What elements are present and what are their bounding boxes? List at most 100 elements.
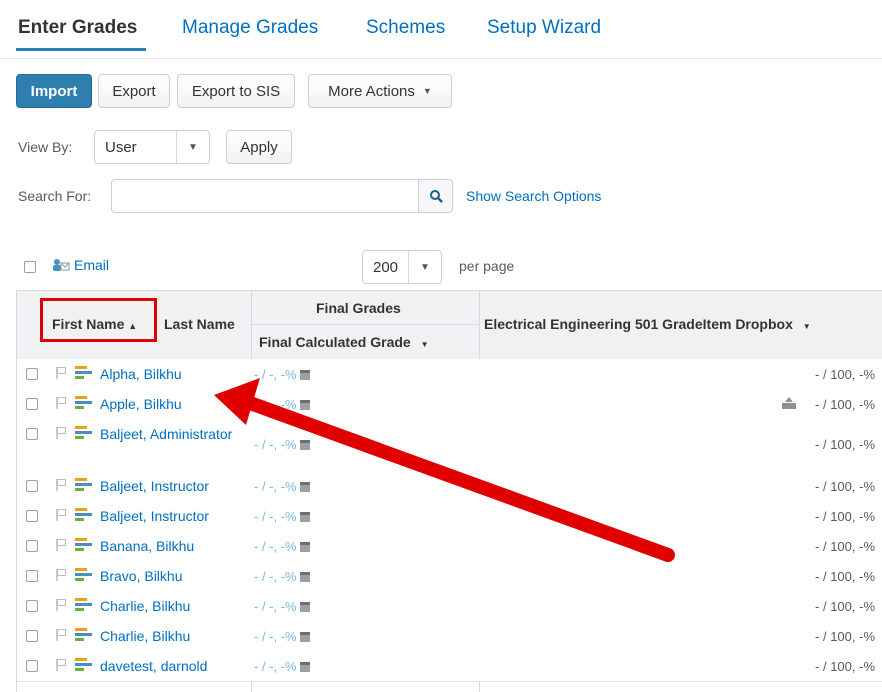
- final-grade-cell: - / -, -%: [254, 569, 310, 584]
- calculator-icon[interactable]: [299, 662, 310, 672]
- student-name-link[interactable]: Apple, Bilkhu: [100, 394, 182, 415]
- user-progress-icon[interactable]: [75, 538, 93, 552]
- email-link[interactable]: Email: [52, 257, 109, 273]
- row-checkbox[interactable]: [26, 510, 38, 522]
- flag-icon[interactable]: [55, 598, 69, 612]
- row-checkbox[interactable]: [26, 428, 38, 440]
- final-grade-cell: - / -, -%: [254, 659, 310, 674]
- row-checkbox[interactable]: [26, 570, 38, 582]
- flag-icon[interactable]: [55, 366, 69, 380]
- calculator-icon[interactable]: [299, 572, 310, 582]
- row-checkbox[interactable]: [26, 660, 38, 672]
- dropbox-score-cell[interactable]: - / 100, -%: [815, 629, 875, 644]
- chevron-down-icon: ▼: [802, 322, 811, 331]
- calculator-icon[interactable]: [299, 440, 310, 450]
- student-name-link[interactable]: Bravo, Bilkhu: [100, 566, 182, 587]
- table-row: Baljeet, Instructor - / -, -% - / 100, -%: [17, 471, 882, 502]
- student-name-link[interactable]: Baljeet, Administrator: [100, 424, 240, 445]
- dropbox-score-cell[interactable]: - / 100, -%: [815, 539, 875, 554]
- search-label: Search For:: [18, 188, 92, 204]
- student-name-link[interactable]: Baljeet, Instructor: [100, 506, 209, 527]
- calculator-icon[interactable]: [299, 542, 310, 552]
- flag-icon[interactable]: [55, 628, 69, 642]
- dropbox-score-cell[interactable]: - / 100, -%: [815, 599, 875, 614]
- dropbox-submission-icon[interactable]: [781, 396, 797, 410]
- email-label: Email: [74, 257, 110, 273]
- row-checkbox[interactable]: [26, 600, 38, 612]
- apply-button[interactable]: Apply: [226, 130, 292, 164]
- dropbox-score-cell[interactable]: - / 100, -%: [815, 569, 875, 584]
- final-grade-value: - / -, -%: [254, 569, 297, 584]
- table-row: Alpha, Bilkhu - / -, -% - / 100, -%: [17, 359, 882, 390]
- flag-icon[interactable]: [55, 426, 69, 440]
- per-page-select[interactable]: 200 ▼: [362, 250, 442, 284]
- user-progress-icon[interactable]: [75, 508, 93, 522]
- dropbox-score-cell[interactable]: - / 100, -%: [815, 397, 875, 412]
- dropbox-score-cell[interactable]: - / 100, -%: [815, 437, 875, 452]
- student-name-link[interactable]: Banana, Bilkhu: [100, 536, 194, 557]
- tab-bar: Enter Grades Manage Grades Schemes Setup…: [0, 0, 882, 59]
- flag-icon[interactable]: [55, 658, 69, 672]
- row-checkbox[interactable]: [26, 398, 38, 410]
- user-progress-icon[interactable]: [75, 658, 93, 672]
- user-progress-icon[interactable]: [75, 598, 93, 612]
- dropbox-score-cell[interactable]: - / 100, -%: [815, 509, 875, 524]
- search-input[interactable]: [111, 179, 419, 213]
- final-grade-value: - / -, -%: [254, 397, 297, 412]
- table-row: Charlie, Bilkhu - / -, -% - / 100, -%: [17, 591, 882, 622]
- more-actions-button[interactable]: More Actions ▼: [308, 74, 452, 108]
- flag-icon[interactable]: [55, 568, 69, 582]
- calculator-icon[interactable]: [299, 632, 310, 642]
- final-grade-value: - / -, -%: [254, 629, 297, 644]
- tab-enter-grades[interactable]: Enter Grades: [18, 17, 137, 39]
- tab-setup-wizard[interactable]: Setup Wizard: [487, 17, 601, 39]
- flag-icon[interactable]: [55, 396, 69, 410]
- row-checkbox[interactable]: [26, 630, 38, 642]
- student-name-link[interactable]: Alpha, Bilkhu: [100, 364, 182, 385]
- view-by-select[interactable]: User ▼: [94, 130, 210, 164]
- dropbox-score-cell[interactable]: - / 100, -%: [815, 367, 875, 382]
- user-progress-icon[interactable]: [75, 628, 93, 642]
- table-row: Baljeet, Instructor - / -, -% - / 100, -%: [17, 501, 882, 532]
- student-name-link[interactable]: Baljeet, Instructor: [100, 476, 209, 497]
- student-name-link[interactable]: Charlie, Bilkhu: [100, 596, 190, 617]
- annotation-highlight-box: [40, 298, 157, 342]
- dropbox-score-cell[interactable]: - / 100, -%: [815, 479, 875, 494]
- email-users-icon: [53, 259, 70, 271]
- final-grades-group-header: Final Grades: [316, 300, 401, 316]
- row-checkbox[interactable]: [26, 540, 38, 552]
- tab-schemes[interactable]: Schemes: [366, 17, 445, 39]
- user-progress-icon[interactable]: [75, 366, 93, 380]
- select-all-checkbox[interactable]: [24, 261, 36, 273]
- user-progress-icon[interactable]: [75, 426, 93, 440]
- calculator-icon[interactable]: [299, 602, 310, 612]
- flag-icon[interactable]: [55, 508, 69, 522]
- student-name-link[interactable]: Charlie, Bilkhu: [100, 626, 190, 647]
- show-search-options-link[interactable]: Show Search Options: [466, 188, 601, 204]
- calculator-icon[interactable]: [299, 400, 310, 410]
- tab-manage-grades[interactable]: Manage Grades: [182, 17, 318, 39]
- export-button[interactable]: Export: [98, 74, 170, 108]
- last-name-sort-header[interactable]: Last Name: [164, 316, 235, 332]
- dropbox-score-cell[interactable]: - / 100, -%: [815, 659, 875, 674]
- user-progress-icon[interactable]: [75, 568, 93, 582]
- chevron-down-icon: ▼: [422, 86, 432, 96]
- row-checkbox[interactable]: [26, 480, 38, 492]
- final-calculated-grade-header[interactable]: Final Calculated Grade ▼: [259, 334, 429, 350]
- calculator-icon[interactable]: [299, 512, 310, 522]
- row-checkbox[interactable]: [26, 368, 38, 380]
- dropbox-header-label: Electrical Engineering 501 GradeItem Dro…: [484, 316, 793, 332]
- more-actions-label: More Actions: [328, 82, 415, 100]
- import-button[interactable]: Import: [16, 74, 92, 108]
- search-button[interactable]: [419, 179, 453, 213]
- dropbox-grade-item-header[interactable]: Electrical Engineering 501 GradeItem Dro…: [484, 316, 811, 332]
- flag-icon[interactable]: [55, 538, 69, 552]
- student-name-link[interactable]: davetest, darnold: [100, 656, 207, 677]
- user-progress-icon[interactable]: [75, 478, 93, 492]
- calculator-icon[interactable]: [299, 482, 310, 492]
- flag-icon[interactable]: [55, 478, 69, 492]
- export-to-sis-button[interactable]: Export to SIS: [177, 74, 295, 108]
- final-grade-cell: - / -, -%: [254, 437, 310, 452]
- calculator-icon[interactable]: [299, 370, 310, 380]
- user-progress-icon[interactable]: [75, 396, 93, 410]
